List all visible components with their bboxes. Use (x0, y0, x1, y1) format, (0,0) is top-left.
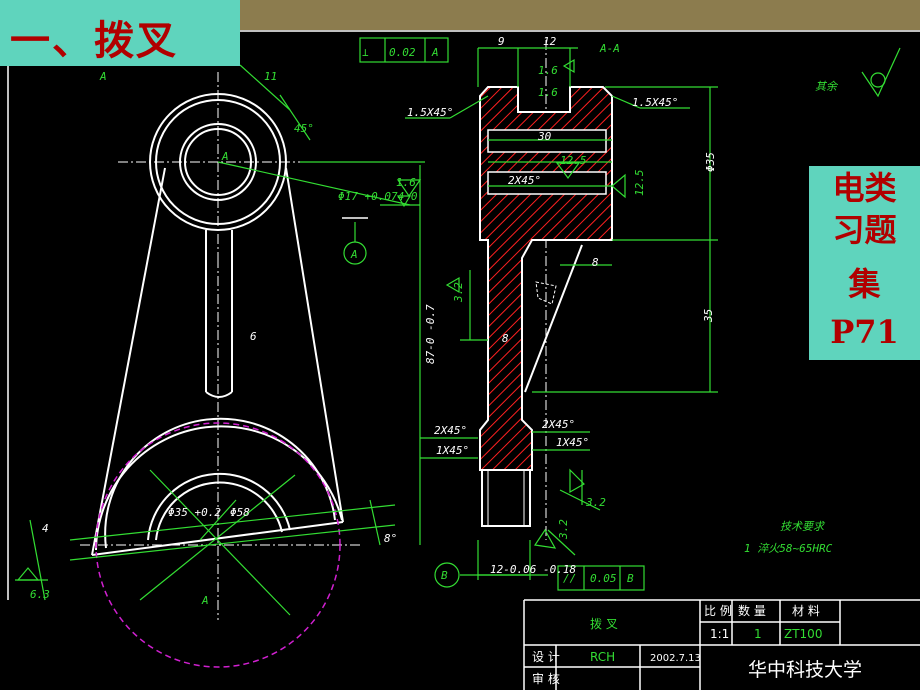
chamfer-left-top: 1.5X45° (407, 106, 453, 119)
tb-school: 华中科技大学 (748, 659, 862, 681)
tb-qty-label: 数 量 (738, 603, 766, 618)
tb-design-label: 设 计 (532, 650, 560, 664)
datum-a-circle: A (350, 248, 358, 261)
tb-material-value: ZT100 (784, 627, 822, 641)
ref-line-4: P71 (830, 313, 899, 351)
view-a-bottom: A (201, 594, 209, 607)
tech-req-title: 技术要求 (780, 520, 826, 533)
tol-perp-datum: A (431, 46, 439, 59)
tol-parallel-value: 0.05 (590, 572, 617, 585)
roughness-symbol (861, 47, 901, 98)
rough-3-2a: 3.2 (452, 282, 465, 303)
tol-perp-symbol: ⊥ (362, 46, 369, 59)
tol-perp-value: 0.02 (389, 46, 416, 59)
ref-line-1: 电类 (832, 169, 897, 207)
tb-scale-label: 比 例 (704, 604, 732, 618)
dim-30: 30 (537, 130, 552, 143)
view-a-top: A (99, 70, 107, 83)
tb-designer: RCH (590, 650, 615, 664)
cad-drawing: ⊥ 0.02 A 9 12 A-A 1.6 1.6 1.5X45° 1.5X45… (7, 30, 920, 690)
tb-date: 2002.7.13 (650, 653, 701, 664)
center-a: A (221, 150, 229, 163)
dim-8-left: 8 (502, 332, 509, 345)
rough-3-2b: 3.2 (585, 496, 606, 509)
rough-12-5b: 12.5 (633, 170, 646, 197)
ref-line-3: 集 (848, 265, 881, 303)
tol-parallel-symbol: // (563, 572, 576, 585)
dim-6: 6 (250, 330, 257, 343)
rough-1-6a: 1.6 (538, 64, 558, 77)
angle-8: 8° (384, 532, 397, 545)
ref-line-2: 习题 (832, 211, 897, 249)
chamfer-2x45-right: 2X45° (542, 418, 575, 431)
tol-parallel-datum: B (627, 572, 634, 585)
dim-35: 35 (702, 309, 715, 323)
section-title-box: 一、拨叉 (0, 0, 240, 66)
slide: ⊥ 0.02 A 9 12 A-A 1.6 1.6 1.5X45° 1.5X45… (0, 0, 920, 690)
dim-phi58: Φ58 (230, 506, 250, 519)
tb-qty-value: 1 (754, 627, 762, 641)
dim-87: 87-0 -0.7 (424, 304, 437, 364)
section-label: A-A (599, 42, 620, 55)
tech-req-1: 1 淬火58~65HRC (744, 542, 833, 555)
tb-material-label: 材 料 (792, 604, 820, 618)
dim-phi35-low: Φ35 +0.2 (168, 506, 221, 519)
reference-box: 电类 习题 集 P71 (809, 166, 920, 360)
tb-scale-value: 1:1 (710, 627, 729, 641)
drawing-frame (7, 30, 920, 600)
chamfer-2x45-mid: 2X45° (508, 174, 541, 187)
dim-12: 12 (543, 35, 557, 48)
tb-review-label: 审 核 (532, 671, 560, 686)
dim-4: 4 (42, 522, 49, 535)
part-name: 拨 叉 (590, 617, 618, 631)
dim-8-right: 8 (592, 256, 599, 269)
chamfer-2x45-left: 2X45° (434, 424, 467, 437)
dim-9: 9 (498, 35, 505, 48)
chamfer-1x45-left: 1X45° (436, 444, 469, 457)
section-title: 一、拨叉 (10, 18, 178, 64)
dim-phi35: Φ35 (704, 152, 717, 172)
angle-45: 45° (294, 122, 314, 135)
rest-label: 其余 (815, 80, 839, 93)
dim-phi17: Φ17 +0.074 0 (338, 190, 418, 203)
rough-6-3: 6.3 (30, 588, 50, 601)
rough-12-5a: 12.5 (560, 154, 587, 167)
dim-11: 11 (264, 70, 277, 83)
chamfer-1x45-right: 1X45° (556, 436, 589, 449)
chamfer-right-top: 1.5X45° (632, 96, 678, 109)
rough-3-2c: 3.2 (557, 519, 570, 540)
rough-1-6b: 1.6 (538, 86, 558, 99)
datum-b: B (441, 569, 448, 582)
left-dimensions (15, 64, 425, 616)
rough-1-6-left: 1.6 (396, 176, 416, 189)
